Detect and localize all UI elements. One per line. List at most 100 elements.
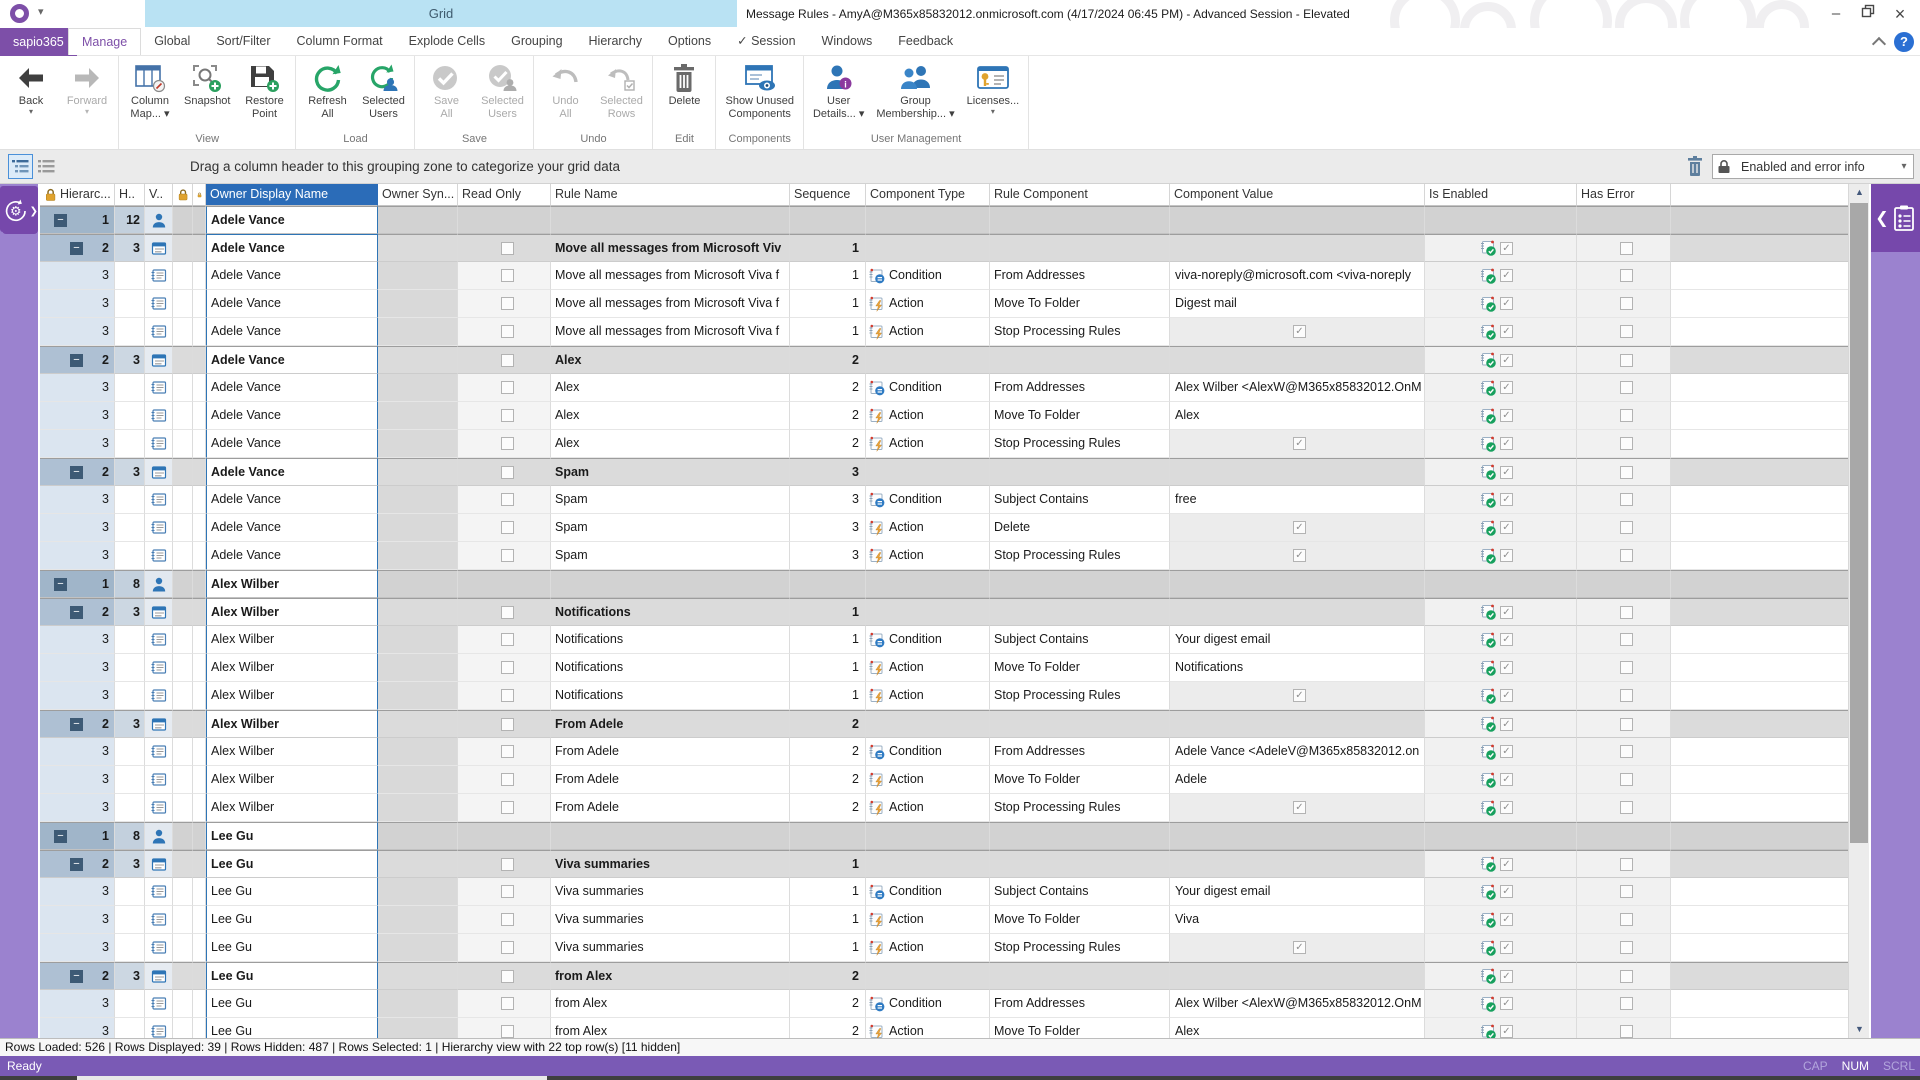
restore-point-button[interactable]: RestorePoint [236,56,292,120]
tab-manage[interactable]: Manage [68,28,141,55]
cell-owner-display-name[interactable]: Adele Vance [206,346,378,374]
collapse-ribbon-icon[interactable] [1872,37,1886,51]
component-value-checkbox[interactable]: ✓ [1293,325,1306,338]
has-error-checkbox[interactable] [1620,493,1633,506]
cell-owner-display-name[interactable]: Lee Gu [206,934,378,962]
delete-button[interactable]: Delete [656,56,712,108]
cell-owner-display-name[interactable]: Adele Vance [206,206,378,234]
cell-owner-display-name[interactable]: Alex Wilber [206,766,378,794]
grid-row[interactable]: −112Adele Vance [40,206,1848,234]
is-enabled-checkbox[interactable]: ✓ [1500,858,1513,871]
grid-row[interactable]: 3Alex WilberNotifications1ActionMove To … [40,654,1848,682]
read-only-checkbox[interactable] [501,325,514,338]
is-enabled-checkbox[interactable]: ✓ [1500,242,1513,255]
is-enabled-checkbox[interactable]: ✓ [1500,466,1513,479]
scrollbar-thumb[interactable] [1850,203,1868,843]
has-error-checkbox[interactable] [1620,354,1633,367]
forward-button[interactable]: Forward▾ [59,56,115,116]
grid-row[interactable]: 3Alex WilberFrom Adele2ActionStop Proces… [40,794,1848,822]
grid-row[interactable]: 3Alex WilberNotifications1ActionStop Pro… [40,682,1848,710]
cell-owner-display-name[interactable]: Adele Vance [206,402,378,430]
back-button[interactable]: Back▾ [3,56,59,116]
cell-owner-display-name[interactable]: Lee Gu [206,850,378,878]
tab-explode-cells[interactable]: Explode Cells [396,28,498,55]
cell-owner-display-name[interactable]: Adele Vance [206,262,378,290]
has-error-checkbox[interactable] [1620,745,1633,758]
cell-owner-display-name[interactable]: Adele Vance [206,234,378,262]
selected-rows-button[interactable]: SelectedRows [593,56,649,120]
scroll-up-icon[interactable]: ▲ [1849,184,1870,201]
has-error-checkbox[interactable] [1620,1025,1633,1038]
grid-row[interactable]: 3Lee GuViva summaries1ActionMove To Fold… [40,906,1848,934]
tab-hierarchy[interactable]: Hierarchy [576,28,656,55]
column-header-is-enabled[interactable]: Is Enabled [1425,184,1577,206]
column-header-lock[interactable] [173,184,193,206]
component-value-checkbox[interactable]: ✓ [1293,549,1306,562]
maximize-button[interactable] [1854,2,1882,26]
read-only-checkbox[interactable] [501,381,514,394]
is-enabled-checkbox[interactable]: ✓ [1500,409,1513,422]
grid-row[interactable]: 3Adele VanceMove all messages from Micro… [40,318,1848,346]
column-header-component-value[interactable]: Component Value [1170,184,1425,206]
grid-row[interactable]: −23Adele VanceSpam3✓ [40,458,1848,486]
has-error-checkbox[interactable] [1620,409,1633,422]
grid-row[interactable]: −23Alex WilberNotifications1✓ [40,598,1848,626]
cell-owner-display-name[interactable]: Lee Gu [206,990,378,1018]
cell-owner-display-name[interactable]: Adele Vance [206,514,378,542]
cell-owner-display-name[interactable]: Lee Gu [206,878,378,906]
tab-options[interactable]: Options [655,28,724,55]
read-only-checkbox[interactable] [501,409,514,422]
is-enabled-checkbox[interactable]: ✓ [1500,913,1513,926]
read-only-checkbox[interactable] [501,437,514,450]
cell-owner-display-name[interactable]: Alex Wilber [206,598,378,626]
snapshot-button[interactable]: Snapshot [178,56,236,108]
refresh-all-button[interactable]: RefreshAll [299,56,355,120]
read-only-checkbox[interactable] [501,354,514,367]
context-tab-grid[interactable]: Grid [145,0,737,27]
has-error-checkbox[interactable] [1620,941,1633,954]
is-enabled-checkbox[interactable]: ✓ [1500,689,1513,702]
read-only-checkbox[interactable] [501,1025,514,1038]
is-enabled-checkbox[interactable]: ✓ [1500,493,1513,506]
collapse-button[interactable]: − [54,830,67,843]
app-logo-icon[interactable] [10,4,29,23]
grid-row[interactable]: 3Alex WilberFrom Adele2ActionMove To Fol… [40,766,1848,794]
floating-settings-button[interactable]: ⚙ ❯ [2,188,38,234]
grid-row[interactable]: 3Lee GuViva summaries1ConditionSubject C… [40,878,1848,906]
cell-owner-display-name[interactable]: Alex Wilber [206,794,378,822]
is-enabled-checkbox[interactable]: ✓ [1500,941,1513,954]
tab-session[interactable]: ✓ Session [724,28,808,55]
grid-row[interactable]: 3Adele VanceMove all messages from Micro… [40,262,1848,290]
read-only-checkbox[interactable] [501,801,514,814]
component-value-checkbox[interactable]: ✓ [1293,521,1306,534]
is-enabled-checkbox[interactable]: ✓ [1500,549,1513,562]
cell-owner-display-name[interactable]: Adele Vance [206,486,378,514]
column-map--button[interactable]: ColumnMap... ▾ [122,56,178,120]
is-enabled-checkbox[interactable]: ✓ [1500,297,1513,310]
licenses--button[interactable]: Licenses...▾ [961,56,1026,116]
quick-access-caret-icon[interactable]: ▾ [38,5,44,18]
grid-row[interactable]: 3Lee Gufrom Alex2ActionMove To FolderAle… [40,1018,1848,1038]
column-header-lock[interactable] [193,184,206,206]
tasks-panel-button[interactable]: ❮ [1871,184,1920,252]
collapse-button[interactable]: − [70,858,83,871]
column-header-hierarc-[interactable]: Hierarc... [40,184,115,206]
collapse-button[interactable]: − [70,242,83,255]
has-error-checkbox[interactable] [1620,549,1633,562]
is-enabled-checkbox[interactable]: ✓ [1500,606,1513,619]
read-only-checkbox[interactable] [501,858,514,871]
grid-row[interactable]: 3Lee GuViva summaries1ActionStop Process… [40,934,1848,962]
cell-owner-display-name[interactable]: Alex Wilber [206,654,378,682]
cell-owner-display-name[interactable]: Alex Wilber [206,682,378,710]
cell-owner-display-name[interactable]: Adele Vance [206,542,378,570]
save-all-button[interactable]: SaveAll [418,56,474,120]
is-enabled-checkbox[interactable]: ✓ [1500,661,1513,674]
column-header-rule-name[interactable]: Rule Name [551,184,790,206]
has-error-checkbox[interactable] [1620,269,1633,282]
has-error-checkbox[interactable] [1620,661,1633,674]
column-header-v-[interactable]: V.. [145,184,173,206]
cell-owner-display-name[interactable]: Adele Vance [206,374,378,402]
cell-owner-display-name[interactable]: Adele Vance [206,318,378,346]
scroll-down-icon[interactable]: ▼ [1849,1021,1870,1038]
has-error-checkbox[interactable] [1620,633,1633,646]
